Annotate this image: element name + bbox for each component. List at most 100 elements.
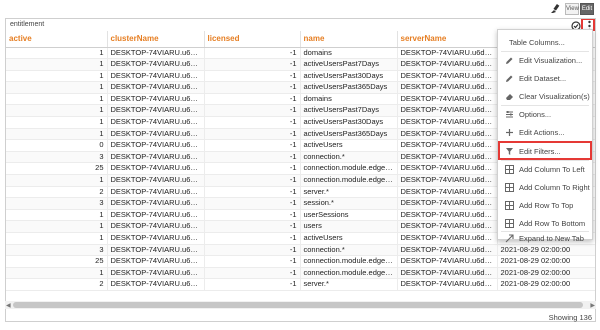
column-header-licensed[interactable]: licensed [204, 31, 301, 48]
table-cell: -1 [204, 186, 301, 199]
table-cell: DESKTOP-74VIARU.u6d80... [397, 104, 498, 118]
context-menu: Table Columns... Edit Visualization... Edi… [497, 29, 593, 243]
grid-icon [502, 165, 516, 175]
scroll-left-icon[interactable]: ◀ [6, 302, 11, 309]
table-cell: -1 [204, 128, 301, 141]
column-header-servername[interactable]: serverName [397, 31, 498, 48]
pencil-icon [502, 56, 516, 66]
table-cell: domains [300, 47, 398, 60]
menu-separator [501, 160, 589, 161]
table-cell: DESKTOP-74VIARU.u6d80... [397, 162, 498, 176]
menu-item-options[interactable]: Options... [498, 106, 592, 123]
grid-icon [502, 183, 516, 193]
menu-separator [501, 231, 589, 232]
table-cell: DESKTOP-74VIARU.u6d80... [397, 70, 498, 83]
menu-item-label: Add Column To Left [519, 165, 585, 174]
table-cell: 1 [6, 93, 108, 106]
table-cell: DESKTOP-74VIARU.u6d80... [397, 116, 498, 129]
table-cell: DESKTOP-74VIARU.u6d80... [107, 255, 205, 268]
table-cell: DESKTOP-74VIARU.u6d80... [107, 267, 205, 280]
table-cell: DESKTOP-74VIARU.u6d80... [107, 104, 205, 118]
table-row[interactable]: 1 DESKTOP-74VIARU.u6d80... -1 connection.mo… [6, 267, 595, 280]
table-cell: DESKTOP-74VIARU.u6d80... [397, 255, 498, 268]
table-cell: 3 [6, 151, 108, 164]
table-cell: activeUsersPast7Days [300, 104, 398, 118]
table-cell: connection.module.edge.... [300, 162, 398, 176]
table-cell: 3 [6, 244, 108, 257]
table-cell: userSessions [300, 209, 398, 222]
table-cell: DESKTOP-74VIARU.u6d80... [397, 81, 498, 94]
table-cell: -1 [204, 58, 301, 71]
scrollbar-thumb[interactable] [13, 302, 583, 308]
edit-mode-button[interactable]: Edit [580, 3, 594, 15]
table-cell: DESKTOP-74VIARU.u6d80... [397, 267, 498, 280]
table-cell: session.* [300, 197, 398, 210]
expand-icon [502, 234, 516, 244]
menu-item-add-column-to-right[interactable]: Add Column To Right [498, 179, 592, 196]
table-cell: activeUsersPast30Days [300, 70, 398, 83]
table-cell: DESKTOP-74VIARU.u6d80... [107, 209, 205, 222]
table-cell: DESKTOP-74VIARU.u6d80... [107, 174, 205, 187]
menu-item-label: Add Row To Top [519, 201, 574, 210]
table-cell: DESKTOP-74VIARU.u6d80... [397, 278, 498, 291]
column-header-active[interactable]: active [6, 31, 108, 48]
horizontal-scrollbar[interactable]: ◀ ▶ [5, 301, 596, 309]
menu-item-edit-visualization[interactable]: Edit Visualization... [498, 52, 592, 69]
table-cell: DESKTOP-74VIARU.u6d80... [107, 58, 205, 71]
table-cell: 1 [6, 209, 108, 222]
grid-icon [502, 201, 516, 211]
menu-item-edit-dataset[interactable]: Edit Dataset... [498, 70, 592, 87]
menu-item-add-column-to-left[interactable]: Add Column To Left [498, 161, 592, 178]
table-cell: DESKTOP-74VIARU.u6d80... [107, 81, 205, 94]
sliders-icon [502, 110, 516, 120]
table-cell: 25 [6, 255, 108, 268]
menu-item-label: Expand to New Tab [519, 234, 584, 243]
scroll-right-icon[interactable]: ▶ [590, 302, 595, 309]
table-row[interactable]: 2 DESKTOP-74VIARU.u6d80... -1 server.* DESKT… [6, 278, 595, 291]
menu-item-expand-to-new-tab[interactable]: Expand to New Tab [498, 230, 592, 247]
table-cell: DESKTOP-74VIARU.u6d80... [107, 128, 205, 141]
menu-item-edit-actions[interactable]: Edit Actions... [498, 124, 592, 141]
table-cell: activeUsers [300, 232, 398, 245]
table-cell: 1 [6, 220, 108, 233]
table-cell: 1 [6, 70, 108, 83]
paint-brush-icon[interactable] [550, 3, 561, 14]
table-cell: -1 [204, 139, 301, 152]
menu-item-table-columns[interactable]: Table Columns... [498, 34, 592, 51]
menu-separator [501, 105, 589, 106]
column-header-clustername[interactable]: clusterName [107, 31, 205, 48]
table-cell: server.* [300, 278, 398, 291]
menu-item-add-row-to-top[interactable]: Add Row To Top [498, 197, 592, 214]
table-cell: DESKTOP-74VIARU.u6d80... [107, 232, 205, 245]
table-cell: 2 [6, 186, 108, 199]
menu-item-clear-visualization-s[interactable]: Clear Visualization(s) [498, 88, 592, 105]
table-cell: -1 [204, 197, 301, 210]
view-mode-button[interactable]: View [565, 3, 579, 15]
table-cell: activeUsersPast30Days [300, 116, 398, 129]
table-cell: DESKTOP-74VIARU.u6d80... [397, 197, 498, 210]
table-cell: DESKTOP-74VIARU.u6d80... [107, 244, 205, 257]
table-cell: server.* [300, 186, 398, 199]
eraser-icon [502, 92, 516, 102]
grid-icon [502, 219, 516, 229]
table-cell: DESKTOP-74VIARU.u6d80... [397, 58, 498, 71]
table-row[interactable]: 25 DESKTOP-74VIARU.u6d80... -1 connection.m… [6, 255, 595, 268]
table-cell: DESKTOP-74VIARU.u6d80... [107, 151, 205, 164]
table-cell: DESKTOP-74VIARU.u6d80... [397, 209, 498, 222]
table-cell: DESKTOP-74VIARU.u6d80... [107, 93, 205, 106]
menu-item-label: Add Row To Bottom [519, 219, 586, 228]
table-cell: activeUsersPast7Days [300, 58, 398, 71]
column-header-name[interactable]: name [300, 31, 398, 48]
table-cell: DESKTOP-74VIARU.u6d80... [107, 116, 205, 129]
panel-title: entitlement [10, 21, 45, 28]
table-cell: -1 [204, 104, 301, 118]
table-cell: DESKTOP-74VIARU.u6d80... [107, 162, 205, 176]
table-cell: 0 [6, 139, 108, 152]
table-cell: -1 [204, 220, 301, 233]
table-cell: 1 [6, 81, 108, 94]
table-cell: 1 [6, 58, 108, 71]
table-cell: DESKTOP-74VIARU.u6d80... [397, 232, 498, 245]
table-cell: 2021-08-29 02:00:00 [497, 278, 595, 291]
table-cell: DESKTOP-74VIARU.u6d80... [397, 244, 498, 257]
table-cell: -1 [204, 81, 301, 94]
